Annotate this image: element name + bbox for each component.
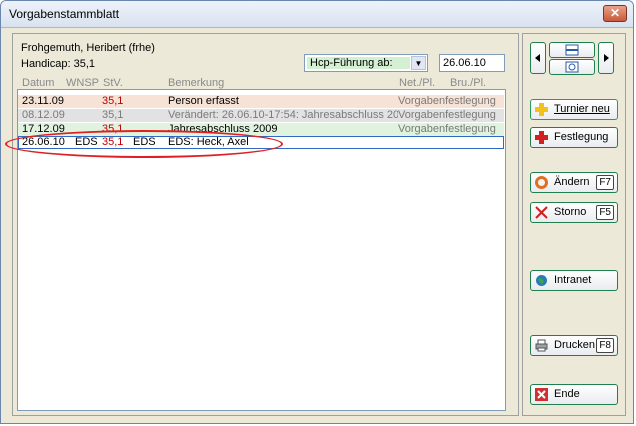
- triangle-right-icon: [604, 54, 609, 62]
- printer-icon: [535, 339, 548, 352]
- cell-bemerkung: Person erfasst: [168, 95, 239, 107]
- cell-datum: 26.06.10: [22, 136, 65, 148]
- ende-button[interactable]: Ende: [530, 384, 618, 405]
- exit-icon: [535, 388, 548, 401]
- table-row[interactable]: 08.12.09 35,1 Verändert: 26.06.10-17:54:…: [18, 109, 504, 122]
- cell-datum: 23.11.09: [22, 95, 65, 107]
- close-button[interactable]: ✕: [603, 5, 627, 22]
- cell-stv: 35,1: [102, 109, 124, 121]
- table-row[interactable]: 23.11.09 35,1 Person erfasst Vorgabenfes…: [18, 95, 504, 108]
- aendern-button[interactable]: Ändern F7: [530, 172, 618, 193]
- intranet-button[interactable]: Intranet: [530, 270, 618, 291]
- festlegung-button[interactable]: Festlegung: [530, 127, 618, 148]
- cell-net: Vorgabenfestlegung: [398, 109, 496, 121]
- nav-search-button[interactable]: [549, 59, 595, 75]
- player-name: Frohgemuth, Heribert (frhe): [21, 42, 155, 54]
- cell-net: Vorgabenfestlegung: [398, 95, 496, 107]
- nav-next-button[interactable]: [598, 42, 614, 74]
- festlegung-label: Festlegung: [554, 131, 609, 143]
- cell-extra: EDS: [133, 136, 156, 148]
- col-header-bru[interactable]: Bru./Pl.: [450, 77, 486, 89]
- plus-yellow-icon: [535, 103, 548, 116]
- plus-red-icon: [535, 131, 548, 144]
- handicap-label: Handicap: 35,1: [21, 58, 95, 70]
- cell-bemerkung: Jahresabschluss 2009: [168, 123, 278, 135]
- cell-bemerkung: Verändert: 26.06.10-17:54: Jahresabschlu…: [168, 109, 398, 121]
- turnier-neu-button[interactable]: Turnier neu: [530, 99, 618, 120]
- handicap-filter-combo[interactable]: Hcp-Führung ab: ▼: [304, 54, 428, 72]
- dialog-window: Vorgabenstammblatt ✕ Frohgemuth, Heriber…: [0, 0, 634, 424]
- storno-label: Storno: [554, 206, 587, 218]
- col-header-datum[interactable]: Datum: [22, 77, 54, 89]
- col-header-wnsp[interactable]: WNSP: [66, 77, 99, 89]
- cell-wnsp: EDS: [75, 136, 98, 148]
- chevron-down-icon[interactable]: ▼: [411, 56, 426, 70]
- cell-datum: 17.12.09: [22, 123, 65, 135]
- cell-stv: 35,1: [102, 95, 124, 107]
- globe-icon: [536, 275, 547, 286]
- col-header-net[interactable]: Net./Pl.: [399, 77, 435, 89]
- cell-datum: 08.12.09: [22, 109, 65, 121]
- date-input[interactable]: 26.06.10: [439, 54, 505, 72]
- storno-shortcut: F5: [596, 205, 614, 220]
- triangle-left-icon: [535, 54, 540, 62]
- cell-stv: 35,1: [102, 123, 124, 135]
- table-row[interactable]: 17.12.09 35,1 Jahresabschluss 2009 Vorga…: [18, 123, 504, 136]
- right-panel: [522, 33, 626, 416]
- table-row-selected[interactable]: 26.06.10 EDS 35,1 EDS EDS: Heck, Axel: [18, 136, 504, 149]
- drucken-button[interactable]: Drucken F8: [530, 335, 618, 356]
- storno-button[interactable]: Storno F5: [530, 202, 618, 223]
- drucken-shortcut: F8: [596, 338, 614, 353]
- aendern-label: Ändern: [554, 176, 590, 188]
- title-bar: Vorgabenstammblatt ✕: [1, 1, 633, 28]
- intranet-label: Intranet: [554, 274, 592, 286]
- drucken-label: Drucken: [554, 339, 595, 351]
- cell-bemerkung: EDS: Heck, Axel: [168, 136, 249, 148]
- nav-list-button[interactable]: [549, 42, 595, 58]
- combo-value: Hcp-Führung ab:: [307, 57, 410, 69]
- turnier-neu-label: Turnier neu: [554, 103, 610, 115]
- ende-label: Ende: [554, 388, 580, 400]
- search-icon: [565, 61, 579, 73]
- col-header-stv[interactable]: StV.: [103, 77, 123, 89]
- aendern-shortcut: F7: [596, 175, 614, 190]
- ring-orange-icon: [535, 176, 548, 189]
- col-header-bemerkung[interactable]: Bemerkung: [168, 77, 224, 89]
- list-icon: [565, 44, 579, 56]
- window-title: Vorgabenstammblatt: [9, 7, 120, 21]
- nav-prev-button[interactable]: [530, 42, 546, 74]
- cross-red-icon: [535, 206, 548, 219]
- cell-stv: 35,1: [102, 136, 124, 148]
- cell-net: Vorgabenfestlegung: [398, 123, 496, 135]
